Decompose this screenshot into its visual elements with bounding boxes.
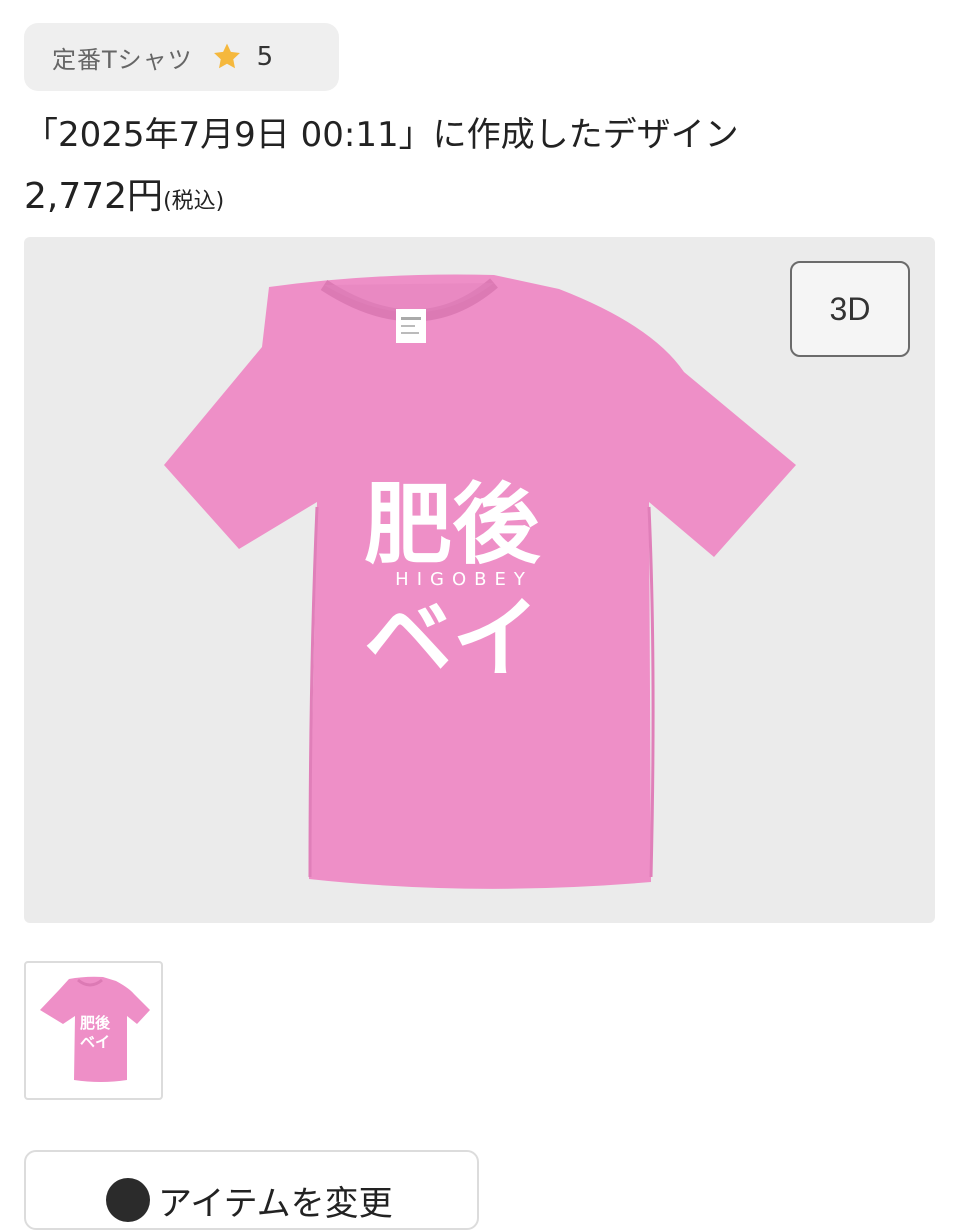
svg-text:ベイ: ベイ [80,1033,110,1051]
design-line1: 肥後 [364,473,541,576]
view-3d-button[interactable]: 3D [790,261,910,357]
svg-text:肥後: 肥後 [80,1014,111,1032]
change-item-label: アイテムを変更 [158,1184,393,1224]
change-item-button[interactable]: アイテムを変更 [24,1150,479,1230]
tshirt-thumbnail: 肥後 ベイ [40,976,150,1082]
change-item-icon [106,1178,150,1222]
category-label: 定番Tシャツ [52,45,193,74]
product-preview: 肥後 HIGOBEY ベイ 3D [24,237,935,923]
price-value: 2,772円 [24,176,164,217]
rating-value: 5 [256,42,274,72]
design-line2: ベイ [364,587,540,690]
product-price: 2,772円(税込) [24,172,224,222]
tax-note: (税込) [163,189,225,214]
product-title: 「2025年7月9日 00:11」に作成したデザイン [24,115,739,155]
thumbnail-image[interactable]: 肥後 ベイ [24,961,163,1100]
category-badge[interactable]: 定番Tシャツ 5 [24,23,339,91]
star-icon [213,43,240,69]
